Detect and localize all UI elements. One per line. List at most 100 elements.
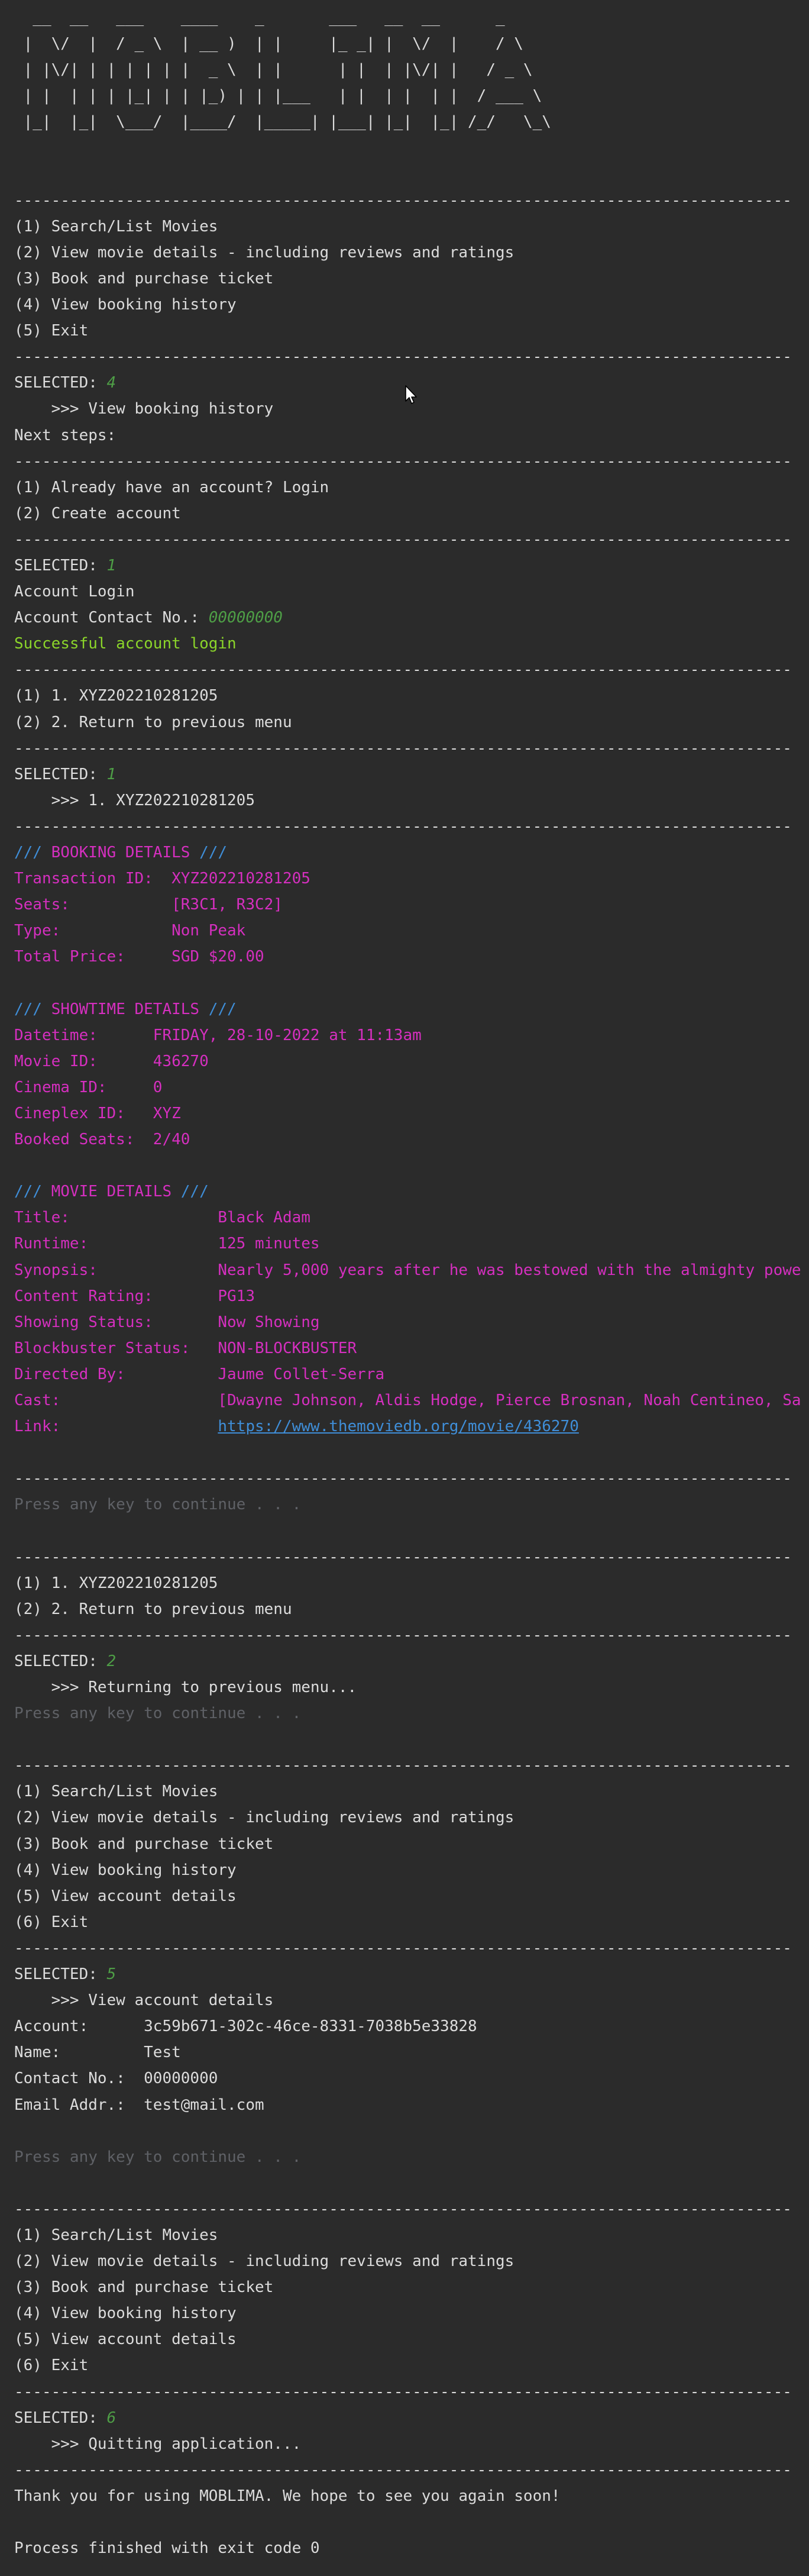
login-success-message-text: Successful account login — [14, 635, 237, 653]
main-menu-item-text: (4) View booking history — [14, 296, 237, 314]
action-line-text: >>> Returning to previous menu... — [14, 1678, 357, 1696]
separator-text: ----------------------------------------… — [14, 452, 792, 470]
main-menu-item: (4) View booking history — [14, 1857, 809, 1883]
movie-details-row: Content Rating: PG13 — [14, 1283, 809, 1309]
selected-label: SELECTED: — [14, 1965, 107, 1984]
header-slashes-left: /// — [14, 1183, 42, 1201]
separator-text: ----------------------------------------… — [14, 739, 792, 757]
movie-details-row: Blockbuster Status: NON-BLOCKBUSTER — [14, 1335, 809, 1361]
selected-label: SELECTED: — [14, 2409, 107, 2427]
history-menu-item: (1) 1. XYZ202210281205 — [14, 683, 809, 709]
history-menu-item: (2) 2. Return to previous menu — [14, 709, 809, 735]
booking-details-row: Seats: [R3C1, R3C2] — [14, 892, 809, 918]
selected-line: SELECTED: 6 — [14, 2405, 809, 2431]
header-slashes-right: /// — [199, 844, 228, 861]
header-title: MOVIE DETAILS — [41, 1183, 181, 1201]
separator: ----------------------------------------… — [14, 2457, 809, 2483]
movie-details-row-text: Blockbuster Status: NON-BLOCKBUSTER — [14, 1339, 357, 1357]
contact-prompt: Account Contact No.: — [14, 609, 209, 627]
main-menu-item: (5) View account details — [14, 1883, 809, 1909]
ascii-banner-line: |_| |_| \___/ |____/ |_____| |___| |_| |… — [14, 109, 809, 135]
ascii-banner-line: __ __ ___ ____ _ ___ __ __ _ — [14, 5, 809, 31]
exit-code-message: Process finished with exit code 0 — [14, 2535, 809, 2561]
separator: ----------------------------------------… — [14, 1935, 809, 1961]
header-slashes-left: /// — [14, 844, 42, 861]
press-any-key-prompt-text: Press any key to continue . . . — [14, 2148, 302, 2166]
movie-link[interactable]: https://www.themoviedb.org/movie/436270 — [218, 1418, 578, 1435]
separator-text: ----------------------------------------… — [14, 2461, 792, 2479]
movie-details-row-text: Content Rating: PG13 — [14, 1287, 255, 1305]
separator: ----------------------------------------… — [14, 527, 809, 553]
movie-details-row: Runtime: 125 minutes — [14, 1231, 809, 1257]
booking-details-header: /// BOOKING DETAILS /// — [14, 840, 809, 866]
booking-details-row-text: Transaction ID: XYZ202210281205 — [14, 870, 310, 888]
selected-value: 5 — [106, 1965, 117, 1984]
action-line: >>> Quitting application... — [14, 2431, 809, 2457]
selected-line: SELECTED: 2 — [14, 1648, 809, 1674]
separator: ----------------------------------------… — [14, 2196, 809, 2222]
showtime-details-row-text: Movie ID: 436270 — [14, 1052, 209, 1070]
movie-details-row-text: Cast: [Dwayne Johnson, Aldis Hodge, Pier… — [14, 1391, 801, 1409]
header-slashes-right: /// — [180, 1183, 209, 1201]
showtime-details-row-text: Cineplex ID: XYZ — [14, 1104, 181, 1122]
action-line-text: >>> View booking history — [14, 400, 274, 418]
showtime-details-row: Datetime: FRIDAY, 28-10-2022 at 11:13am — [14, 1022, 809, 1048]
history-menu-item-text: (2) 2. Return to previous menu — [14, 1600, 292, 1618]
booking-details-row: Total Price: SGD $20.00 — [14, 944, 809, 970]
ascii-banner-line: | | | | | |_| | | |_) | | |___ | | | | |… — [14, 83, 809, 109]
action-line-text: >>> View account details — [14, 1991, 274, 2010]
separator: ----------------------------------------… — [14, 2379, 809, 2405]
selected-value: 4 — [106, 374, 117, 392]
booking-details-row: Transaction ID: XYZ202210281205 — [14, 866, 809, 892]
contact-input[interactable]: 00000000 — [209, 609, 283, 627]
history-menu-item-text: (2) 2. Return to previous menu — [14, 713, 292, 731]
separator: ----------------------------------------… — [14, 735, 809, 761]
main-menu-item: (1) Search/List Movies — [14, 214, 809, 240]
main-menu-item: (2) View movie details - including revie… — [14, 2248, 809, 2274]
separator: ----------------------------------------… — [14, 1465, 809, 1492]
showtime-details-row-text: Booked Seats: 2/40 — [14, 1131, 190, 1149]
booking-details-row: Type: Non Peak — [14, 918, 809, 944]
movie-details-header: /// MOVIE DETAILS /// — [14, 1179, 809, 1205]
separator: ----------------------------------------… — [14, 657, 809, 683]
separator-text: ----------------------------------------… — [14, 817, 792, 835]
selected-value: 2 — [106, 1652, 117, 1670]
selected-line: SELECTED: 1 — [14, 761, 809, 787]
account-detail-row-text: Name: Test — [14, 2044, 181, 2062]
main-menu-item: (3) Book and purchase ticket — [14, 266, 809, 292]
action-line: >>> 1. XYZ202210281205 — [14, 787, 809, 814]
login-menu-item: (2) Create account — [14, 501, 809, 527]
separator: ----------------------------------------… — [14, 814, 809, 840]
account-detail-row-text: Contact No.: 00000000 — [14, 2070, 218, 2088]
separator-text: ----------------------------------------… — [14, 348, 792, 366]
action-line-text: >>> Quitting application... — [14, 2435, 302, 2453]
main-menu-item-text: (6) Exit — [14, 1913, 89, 1931]
selected-label: SELECTED: — [14, 556, 107, 574]
movie-details-row: Synopsis: Nearly 5,000 years after he wa… — [14, 1257, 809, 1283]
account-detail-row: Account: 3c59b671-302c-46ce-8331-7038b5e… — [14, 2013, 809, 2039]
movie-details-row: Title: Black Adam — [14, 1205, 809, 1231]
selected-value: 1 — [106, 556, 117, 574]
main-menu-item: (1) Search/List Movies — [14, 2222, 809, 2248]
main-menu-item-text: (2) View movie details - including revie… — [14, 2252, 514, 2271]
main-menu-item: (4) View booking history — [14, 2300, 809, 2326]
movie-details-row-text: Title: Black Adam — [14, 1209, 310, 1227]
history-menu-item: (2) 2. Return to previous menu — [14, 1596, 809, 1622]
history-menu-item-text: (1) 1. XYZ202210281205 — [14, 1574, 218, 1592]
separator: ----------------------------------------… — [14, 1544, 809, 1570]
login-menu-item: (1) Already have an account? Login — [14, 474, 809, 501]
ascii-banner-line-text: | \/ | / _ \ | __ ) | | |_ _| | \/ | / \ — [14, 35, 523, 53]
movie-details-link-row: Link: https://www.themoviedb.org/movie/4… — [14, 1413, 809, 1439]
main-menu-item-text: (2) View movie details - including revie… — [14, 1809, 514, 1827]
separator-text: ----------------------------------------… — [14, 191, 792, 209]
booking-details-row-text: Total Price: SGD $20.00 — [14, 948, 264, 966]
press-any-key-prompt-text: Press any key to continue . . . — [14, 1705, 302, 1723]
action-line-text: >>> 1. XYZ202210281205 — [14, 791, 255, 809]
selected-label: SELECTED: — [14, 765, 107, 783]
exit-code-message-text: Process finished with exit code 0 — [14, 2539, 320, 2558]
header-slashes-left: /// — [14, 1000, 42, 1018]
press-any-key-prompt: Press any key to continue . . . — [14, 1492, 809, 1518]
